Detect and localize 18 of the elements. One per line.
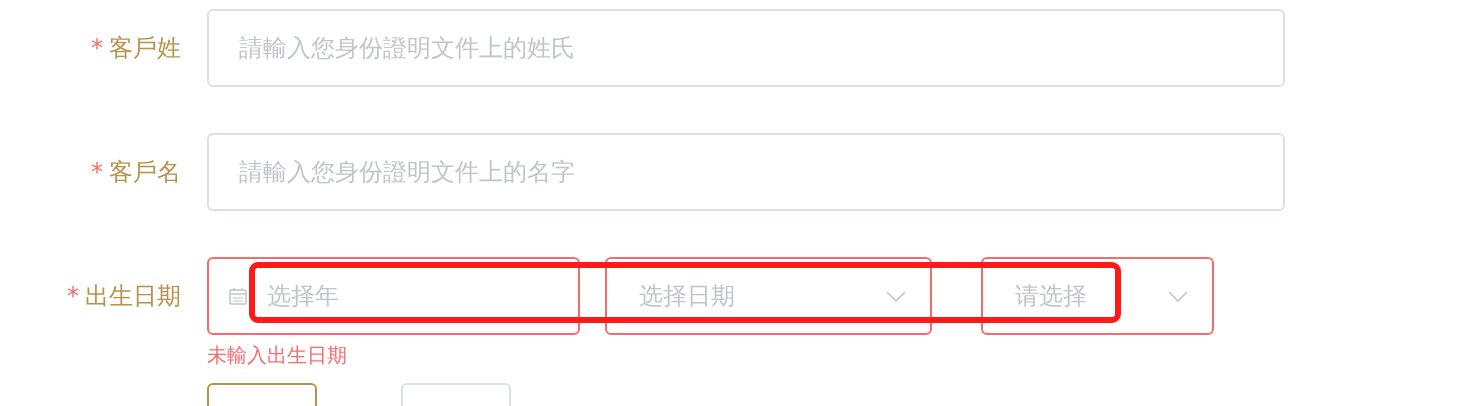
- placeholder-text: 选择年: [267, 281, 339, 312]
- year-picker[interactable]: 选择年: [207, 257, 580, 335]
- required-asterisk: *: [67, 282, 79, 310]
- text-field[interactable]: 請輸入您身份證明文件上的名字: [207, 133, 1285, 211]
- select-dropdown[interactable]: 选择日期: [605, 257, 932, 335]
- field-label: 客戶名: [109, 157, 181, 188]
- error-message: 未輸入出生日期: [207, 343, 348, 367]
- select-dropdown[interactable]: 请选择: [981, 257, 1214, 335]
- text-field[interactable]: 請輸入您身份證明文件上的姓氏: [207, 9, 1285, 87]
- required-asterisk: *: [91, 34, 103, 62]
- placeholder-text: 选择日期: [639, 281, 735, 312]
- chevron-down-icon: [886, 290, 906, 302]
- chevron-down-icon: [1168, 290, 1188, 302]
- field-label: 客戶姓: [109, 33, 181, 64]
- placeholder-text: 请选择: [1015, 281, 1087, 312]
- calendar-icon: [229, 287, 247, 305]
- field-label: 出生日期: [85, 281, 181, 312]
- required-asterisk: *: [91, 158, 103, 186]
